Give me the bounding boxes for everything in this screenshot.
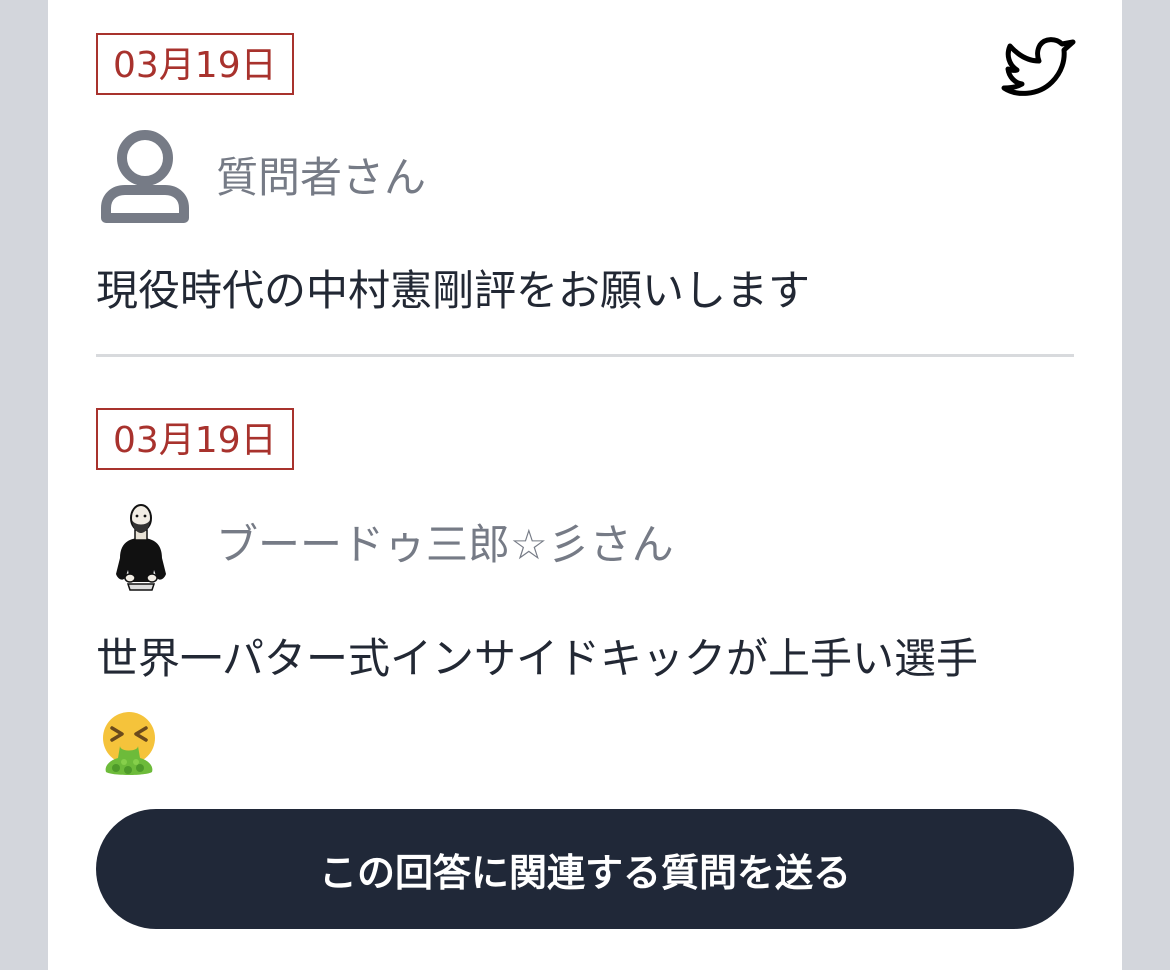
vomiting-face-icon bbox=[103, 712, 155, 775]
send-related-question-button[interactable]: この回答に関連する質問を送る bbox=[96, 809, 1074, 929]
question-author-name: 質問者さん bbox=[216, 153, 427, 202]
question-date-badge: 03月19日 bbox=[96, 33, 294, 95]
user-avatar-icon bbox=[101, 130, 189, 223]
answer-text: 世界一パター式インサイドキックが上手い選手 bbox=[96, 634, 979, 683]
answer-date-badge: 03月19日 bbox=[96, 408, 294, 470]
twitter-icon[interactable] bbox=[1000, 36, 1078, 100]
answer-author-name: ブーードゥ三郎☆彡さん bbox=[216, 520, 674, 569]
qa-card: 03月19日 質問者さん 現役時代の中村憲剛評をお願いします 03月19日 ブー… bbox=[48, 0, 1122, 970]
divider bbox=[96, 354, 1074, 357]
answerer-avatar bbox=[116, 504, 166, 591]
question-text: 現役時代の中村憲剛評をお願いします bbox=[96, 266, 811, 315]
